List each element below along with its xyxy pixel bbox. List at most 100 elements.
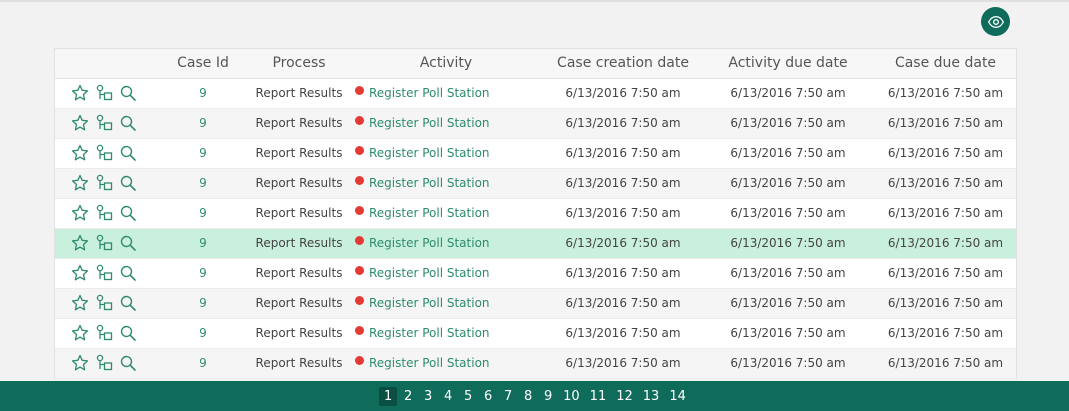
case-creation-date-cell: 6/13/2016 7:50 am bbox=[545, 198, 701, 229]
activity-cell[interactable]: Register Poll Station bbox=[347, 288, 545, 319]
table-row[interactable]: 9 Report Results Register Poll Station 6/13… bbox=[55, 348, 1016, 379]
search-icon[interactable] bbox=[119, 324, 137, 342]
column-header-6[interactable]: Case due date bbox=[875, 49, 1016, 79]
activity-link[interactable]: Register Poll Station bbox=[369, 176, 490, 190]
search-icon[interactable] bbox=[119, 264, 137, 282]
diagram-icon[interactable] bbox=[95, 174, 113, 192]
table-row[interactable]: 9 Report Results Register Poll Station 6/13… bbox=[55, 138, 1016, 169]
search-icon[interactable] bbox=[119, 174, 137, 192]
page-14[interactable]: 14 bbox=[665, 387, 690, 406]
page-11[interactable]: 11 bbox=[586, 387, 611, 406]
search-icon[interactable] bbox=[119, 294, 137, 312]
activity-link[interactable]: Register Poll Station bbox=[369, 266, 490, 280]
page-8[interactable]: 8 bbox=[519, 387, 537, 406]
star-icon[interactable] bbox=[71, 264, 89, 282]
case-creation-date-cell: 6/13/2016 7:50 am bbox=[545, 108, 701, 139]
star-icon[interactable] bbox=[71, 84, 89, 102]
table-row[interactable]: 9 Report Results Register Poll Station 6/13… bbox=[55, 258, 1016, 289]
activity-cell[interactable]: Register Poll Station bbox=[347, 198, 545, 229]
case-id-cell[interactable]: 9 bbox=[155, 318, 251, 349]
diagram-icon[interactable] bbox=[95, 264, 113, 282]
table-row[interactable]: 9 Report Results Register Poll Station 6/13… bbox=[55, 108, 1016, 139]
page-10[interactable]: 10 bbox=[559, 387, 584, 406]
activity-link[interactable]: Register Poll Station bbox=[369, 146, 490, 160]
column-header-1[interactable]: Case Id bbox=[155, 49, 251, 79]
table-row[interactable]: 9 Report Results Register Poll Station 6/13… bbox=[55, 168, 1016, 199]
row-actions bbox=[55, 78, 155, 109]
search-icon[interactable] bbox=[119, 114, 137, 132]
column-header-4[interactable]: Case creation date bbox=[545, 49, 701, 79]
star-icon[interactable] bbox=[71, 174, 89, 192]
case-id-cell[interactable]: 9 bbox=[155, 198, 251, 229]
diagram-icon[interactable] bbox=[95, 84, 113, 102]
case-creation-date-cell: 6/13/2016 7:50 am bbox=[545, 288, 701, 319]
page-5[interactable]: 5 bbox=[459, 387, 477, 406]
diagram-icon[interactable] bbox=[95, 354, 113, 372]
diagram-icon[interactable] bbox=[95, 114, 113, 132]
case-id-cell[interactable]: 9 bbox=[155, 138, 251, 169]
activity-link[interactable]: Register Poll Station bbox=[369, 116, 490, 130]
star-icon[interactable] bbox=[71, 294, 89, 312]
diagram-icon[interactable] bbox=[95, 294, 113, 312]
diagram-icon[interactable] bbox=[95, 234, 113, 252]
column-header-5[interactable]: Activity due date bbox=[701, 49, 875, 79]
case-id-cell[interactable]: 9 bbox=[155, 108, 251, 139]
search-icon[interactable] bbox=[119, 144, 137, 162]
page-4[interactable]: 4 bbox=[439, 387, 457, 406]
case-id-cell[interactable]: 9 bbox=[155, 168, 251, 199]
column-header-2[interactable]: Process bbox=[251, 49, 347, 79]
case-id-cell[interactable]: 9 bbox=[155, 258, 251, 289]
case-creation-date-cell: 6/13/2016 7:50 am bbox=[545, 228, 701, 259]
activity-cell[interactable]: Register Poll Station bbox=[347, 258, 545, 289]
star-icon[interactable] bbox=[71, 234, 89, 252]
case-id-cell[interactable]: 9 bbox=[155, 78, 251, 109]
star-icon[interactable] bbox=[71, 354, 89, 372]
column-header-3[interactable]: Activity bbox=[347, 49, 545, 79]
case-id-cell[interactable]: 9 bbox=[155, 288, 251, 319]
activity-link[interactable]: Register Poll Station bbox=[369, 296, 490, 310]
activity-cell[interactable]: Register Poll Station bbox=[347, 228, 545, 259]
table-row[interactable]: 9 Report Results Register Poll Station 6/13… bbox=[55, 228, 1016, 259]
page-1[interactable]: 1 bbox=[379, 386, 398, 406]
search-icon[interactable] bbox=[119, 204, 137, 222]
search-icon[interactable] bbox=[119, 234, 137, 252]
case-id-cell[interactable]: 9 bbox=[155, 228, 251, 259]
activity-link[interactable]: Register Poll Station bbox=[369, 326, 490, 340]
page-13[interactable]: 13 bbox=[639, 387, 664, 406]
star-icon[interactable] bbox=[71, 114, 89, 132]
activity-cell[interactable]: Register Poll Station bbox=[347, 78, 545, 109]
activity-link[interactable]: Register Poll Station bbox=[369, 86, 490, 100]
table-row[interactable]: 9 Report Results Register Poll Station 6/13… bbox=[55, 78, 1016, 109]
diagram-icon[interactable] bbox=[95, 144, 113, 162]
table-row[interactable]: 9 Report Results Register Poll Station 6/13… bbox=[55, 288, 1016, 319]
case-id-cell[interactable]: 9 bbox=[155, 348, 251, 379]
table-row[interactable]: 9 Report Results Register Poll Station 6/13… bbox=[55, 198, 1016, 229]
search-icon[interactable] bbox=[119, 354, 137, 372]
star-icon[interactable] bbox=[71, 144, 89, 162]
diagram-icon[interactable] bbox=[95, 324, 113, 342]
search-icon[interactable] bbox=[119, 84, 137, 102]
activity-cell[interactable]: Register Poll Station bbox=[347, 348, 545, 379]
star-icon[interactable] bbox=[71, 324, 89, 342]
page-6[interactable]: 6 bbox=[479, 387, 497, 406]
case-due-date-cell: 6/13/2016 7:50 am bbox=[875, 348, 1016, 379]
page-12[interactable]: 12 bbox=[612, 387, 637, 406]
activity-cell[interactable]: Register Poll Station bbox=[347, 318, 545, 349]
page-2[interactable]: 2 bbox=[399, 387, 417, 406]
diagram-icon[interactable] bbox=[95, 204, 113, 222]
status-dot-icon bbox=[355, 176, 364, 185]
star-icon[interactable] bbox=[71, 204, 89, 222]
activity-cell[interactable]: Register Poll Station bbox=[347, 138, 545, 169]
case-creation-date-cell: 6/13/2016 7:50 am bbox=[545, 318, 701, 349]
page-7[interactable]: 7 bbox=[499, 387, 517, 406]
toggle-visibility-button[interactable] bbox=[981, 7, 1010, 36]
page-9[interactable]: 9 bbox=[539, 387, 557, 406]
activity-cell[interactable]: Register Poll Station bbox=[347, 108, 545, 139]
activity-cell[interactable]: Register Poll Station bbox=[347, 168, 545, 199]
page-3[interactable]: 3 bbox=[419, 387, 437, 406]
activity-link[interactable]: Register Poll Station bbox=[369, 236, 490, 250]
cases-table-container: Case Id Process Activity Case creation date… bbox=[54, 48, 1017, 379]
table-row[interactable]: 9 Report Results Register Poll Station 6/13… bbox=[55, 318, 1016, 349]
activity-link[interactable]: Register Poll Station bbox=[369, 206, 490, 220]
activity-link[interactable]: Register Poll Station bbox=[369, 356, 490, 370]
